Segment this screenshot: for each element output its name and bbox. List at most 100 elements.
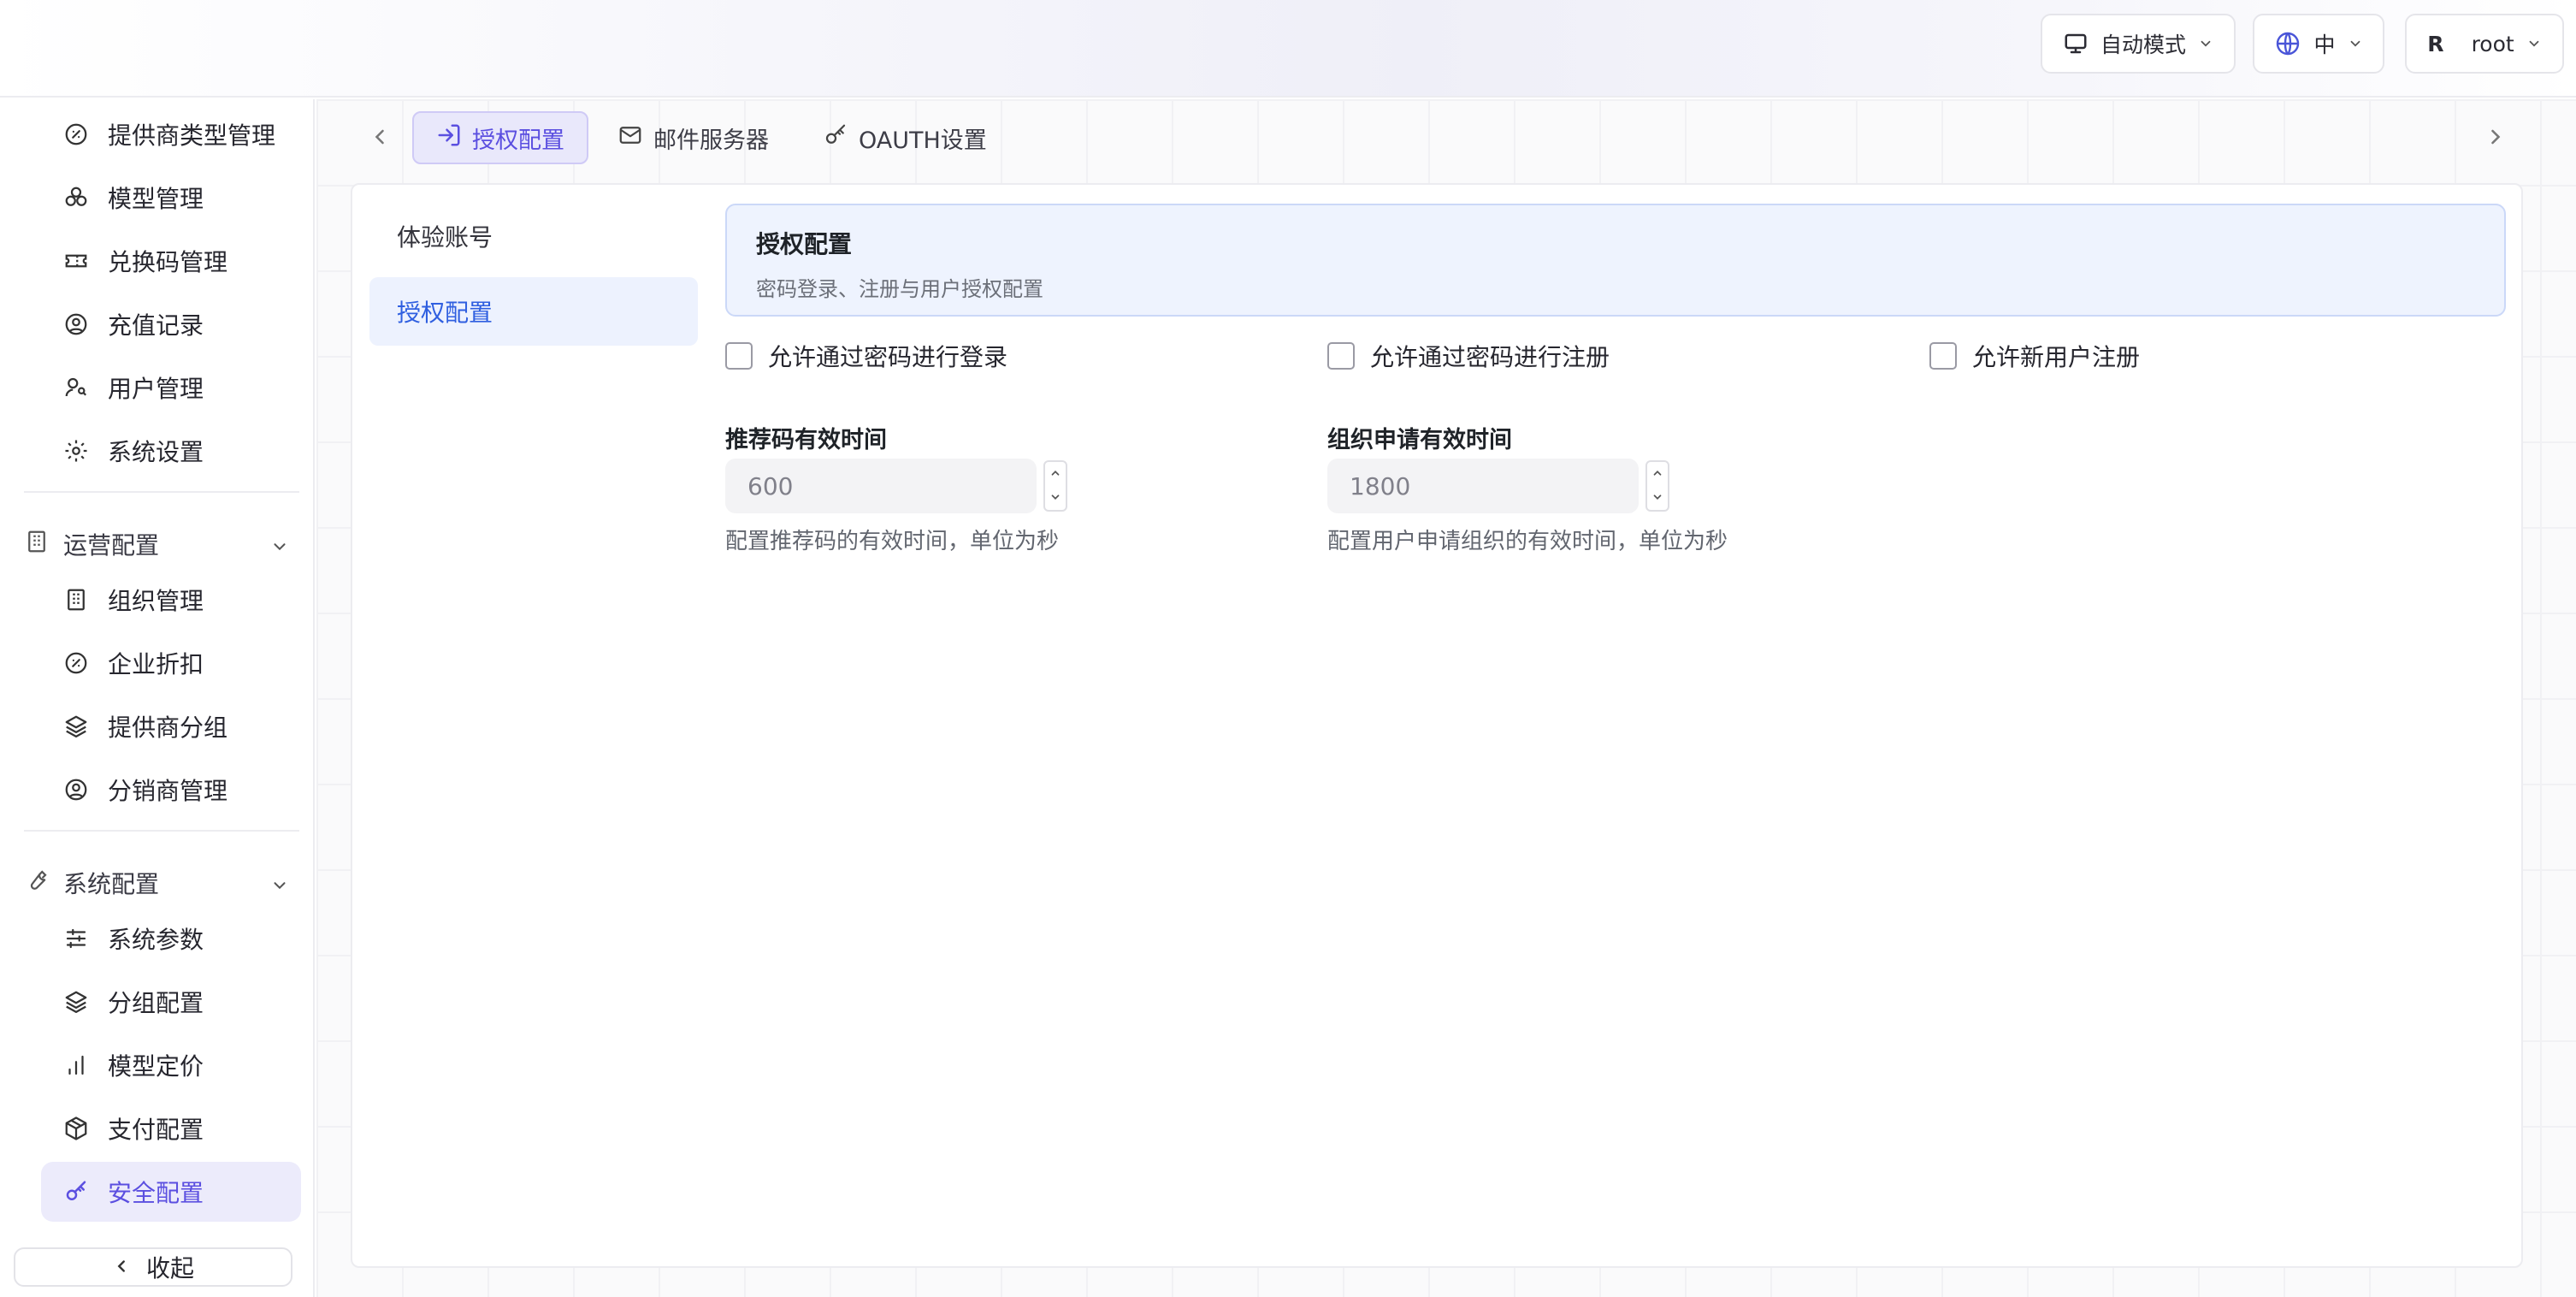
user-circle-icon: [62, 310, 91, 339]
gear-icon: [62, 436, 91, 465]
chevron-down-icon: [2526, 36, 2542, 51]
avatar: R: [2427, 31, 2444, 56]
referral-ttl-input[interactable]: 600: [725, 459, 1037, 513]
sidebar-item-label: 充值记录: [108, 311, 204, 340]
referral-ttl-stepper[interactable]: [1043, 460, 1067, 512]
org-apply-ttl-label: 组织申请有效时间: [1327, 427, 1512, 453]
user-key-icon: [62, 373, 91, 402]
checkbox-label: 允许新用户注册: [1972, 343, 2141, 371]
checkbox-allow-password-login[interactable]: 允许通过密码进行登录: [725, 339, 1007, 373]
settings-panel: 体验账号 授权配置 授权配置 密码登录、注册与用户授权配置 允许通过密码进行登录…: [351, 183, 2523, 1268]
checkbox-box[interactable]: [1327, 342, 1355, 370]
chevron-down-icon: [2348, 36, 2363, 51]
sidebar-group-operations[interactable]: 运营配置: [24, 518, 289, 570]
org-apply-ttl-help: 配置用户申请组织的有效时间，单位为秒: [1327, 529, 1728, 554]
collapse-sidebar-button[interactable]: 收起: [14, 1247, 292, 1287]
layers-icon: [62, 712, 91, 741]
subnav-label: 体验账号: [397, 223, 493, 252]
checkbox-label: 允许通过密码进行注册: [1370, 343, 1610, 371]
sidebar-item-payment-config[interactable]: 支付配置: [41, 1099, 301, 1158]
sidebar-item-label: 用户管理: [108, 375, 204, 403]
sidebar-item-provider-groups[interactable]: 提供商分组: [41, 696, 301, 756]
tab-scroll-right-icon[interactable]: [2484, 125, 2508, 152]
sidebar-item-system-settings[interactable]: 系统设置: [41, 421, 301, 481]
sliders-icon: [62, 924, 91, 953]
key-icon: [62, 1177, 91, 1206]
sidebar-item-group-config[interactable]: 分组配置: [41, 972, 301, 1032]
subnav-auth-config[interactable]: 授权配置: [369, 277, 698, 346]
sidebar-item-recharge-records[interactable]: 充值记录: [41, 294, 301, 354]
referral-ttl-help: 配置推荐码的有效时间，单位为秒: [725, 529, 1060, 554]
subnav-trial-accounts[interactable]: 体验账号: [369, 202, 698, 270]
sidebar-item-users[interactable]: 用户管理: [41, 358, 301, 418]
tab-mail-server[interactable]: 邮件服务器: [595, 111, 791, 164]
chevron-down-icon: [270, 534, 289, 562]
section-description: 密码登录、注册与用户授权配置: [756, 277, 1043, 301]
gauge-icon: [62, 648, 91, 678]
boxes-icon: [62, 183, 91, 212]
sidebar-item-label: 组织管理: [108, 587, 204, 615]
sidebar-item-label: 模型定价: [108, 1052, 204, 1081]
referral-ttl-label: 推荐码有效时间: [725, 427, 887, 453]
sidebar-item-system-params[interactable]: 系统参数: [41, 909, 301, 968]
tab-bar: 授权配置 邮件服务器 OAUTH设置: [316, 108, 2576, 168]
globe-icon: [2274, 30, 2301, 57]
sidebar-group-system[interactable]: 系统配置: [24, 857, 289, 909]
language-button[interactable]: 中: [2253, 14, 2384, 74]
theme-mode-button[interactable]: 自动模式: [2041, 14, 2236, 74]
sidebar-item-label: 系统设置: [108, 438, 204, 466]
chevron-down-icon: [270, 873, 289, 901]
key-icon: [823, 122, 848, 154]
chevron-up-icon[interactable]: [1651, 466, 1663, 483]
org-apply-ttl-input[interactable]: 1800: [1327, 459, 1639, 513]
bar-chart-icon: [62, 1051, 91, 1080]
collapse-label: 收起: [145, 1254, 194, 1282]
sidebar-item-organizations[interactable]: 组织管理: [41, 570, 301, 630]
sidebar-item-redeem-codes[interactable]: 兑换码管理: [41, 231, 301, 291]
sidebar-item-provider-types[interactable]: 提供商类型管理: [41, 104, 301, 164]
org-apply-ttl-stepper[interactable]: [1645, 460, 1669, 512]
tab-label: OAUTH设置: [859, 127, 987, 154]
sidebar-divider: [24, 491, 299, 493]
tab-scroll-left-icon[interactable]: [368, 125, 392, 152]
user-circle-icon: [62, 775, 91, 804]
gauge-icon: [62, 120, 91, 149]
user-menu-button[interactable]: R root: [2405, 14, 2564, 74]
sidebar-item-model-pricing[interactable]: 模型定价: [41, 1035, 301, 1095]
building-icon: [62, 585, 91, 614]
sidebar-item-label: 支付配置: [108, 1116, 204, 1144]
building-icon: [24, 529, 50, 560]
sidebar-item-label: 企业折扣: [108, 650, 204, 678]
sidebar-item-label: 模型管理: [108, 185, 204, 213]
language-label: 中: [2313, 33, 2336, 57]
checkbox-box[interactable]: [725, 342, 753, 370]
tab-auth-config[interactable]: 授权配置: [412, 111, 588, 164]
tab-label: 授权配置: [472, 127, 564, 154]
sidebar-item-label: 兑换码管理: [108, 248, 228, 276]
user-name: root: [2471, 31, 2514, 56]
sidebar-item-label: 提供商类型管理: [108, 121, 276, 150]
sidebar-item-models[interactable]: 模型管理: [41, 168, 301, 228]
chevron-up-icon[interactable]: [1049, 466, 1061, 483]
chevron-left-icon: [112, 1253, 131, 1282]
chevron-down-icon[interactable]: [1049, 490, 1061, 506]
sidebar-item-distributors[interactable]: 分销商管理: [41, 760, 301, 820]
chevron-down-icon[interactable]: [1651, 490, 1663, 506]
sidebar-group-label: 系统配置: [63, 870, 160, 898]
mail-icon: [617, 122, 643, 154]
checkbox-allow-new-user-register[interactable]: 允许新用户注册: [1929, 339, 2140, 373]
sidebar: 提供商类型管理 模型管理 兑换码管理 充值记录 用户管理 系统设置 运营配置 组…: [0, 99, 315, 1297]
sidebar-item-label: 提供商分组: [108, 714, 228, 742]
checkbox-allow-password-register[interactable]: 允许通过密码进行注册: [1327, 339, 1610, 373]
sidebar-item-security-config[interactable]: 安全配置: [41, 1162, 301, 1222]
sidebar-item-label: 系统参数: [108, 926, 204, 954]
ticket-icon: [62, 246, 91, 275]
checkbox-box[interactable]: [1929, 342, 1957, 370]
subnav-label: 授权配置: [397, 299, 493, 327]
sidebar-item-enterprise-discount[interactable]: 企业折扣: [41, 633, 301, 693]
package-icon: [62, 1114, 91, 1143]
theme-mode-label: 自动模式: [2100, 33, 2186, 57]
wrench-icon: [24, 868, 50, 899]
tab-oauth-settings[interactable]: OAUTH设置: [801, 111, 1009, 164]
section-header: 授权配置 密码登录、注册与用户授权配置: [725, 204, 2506, 317]
